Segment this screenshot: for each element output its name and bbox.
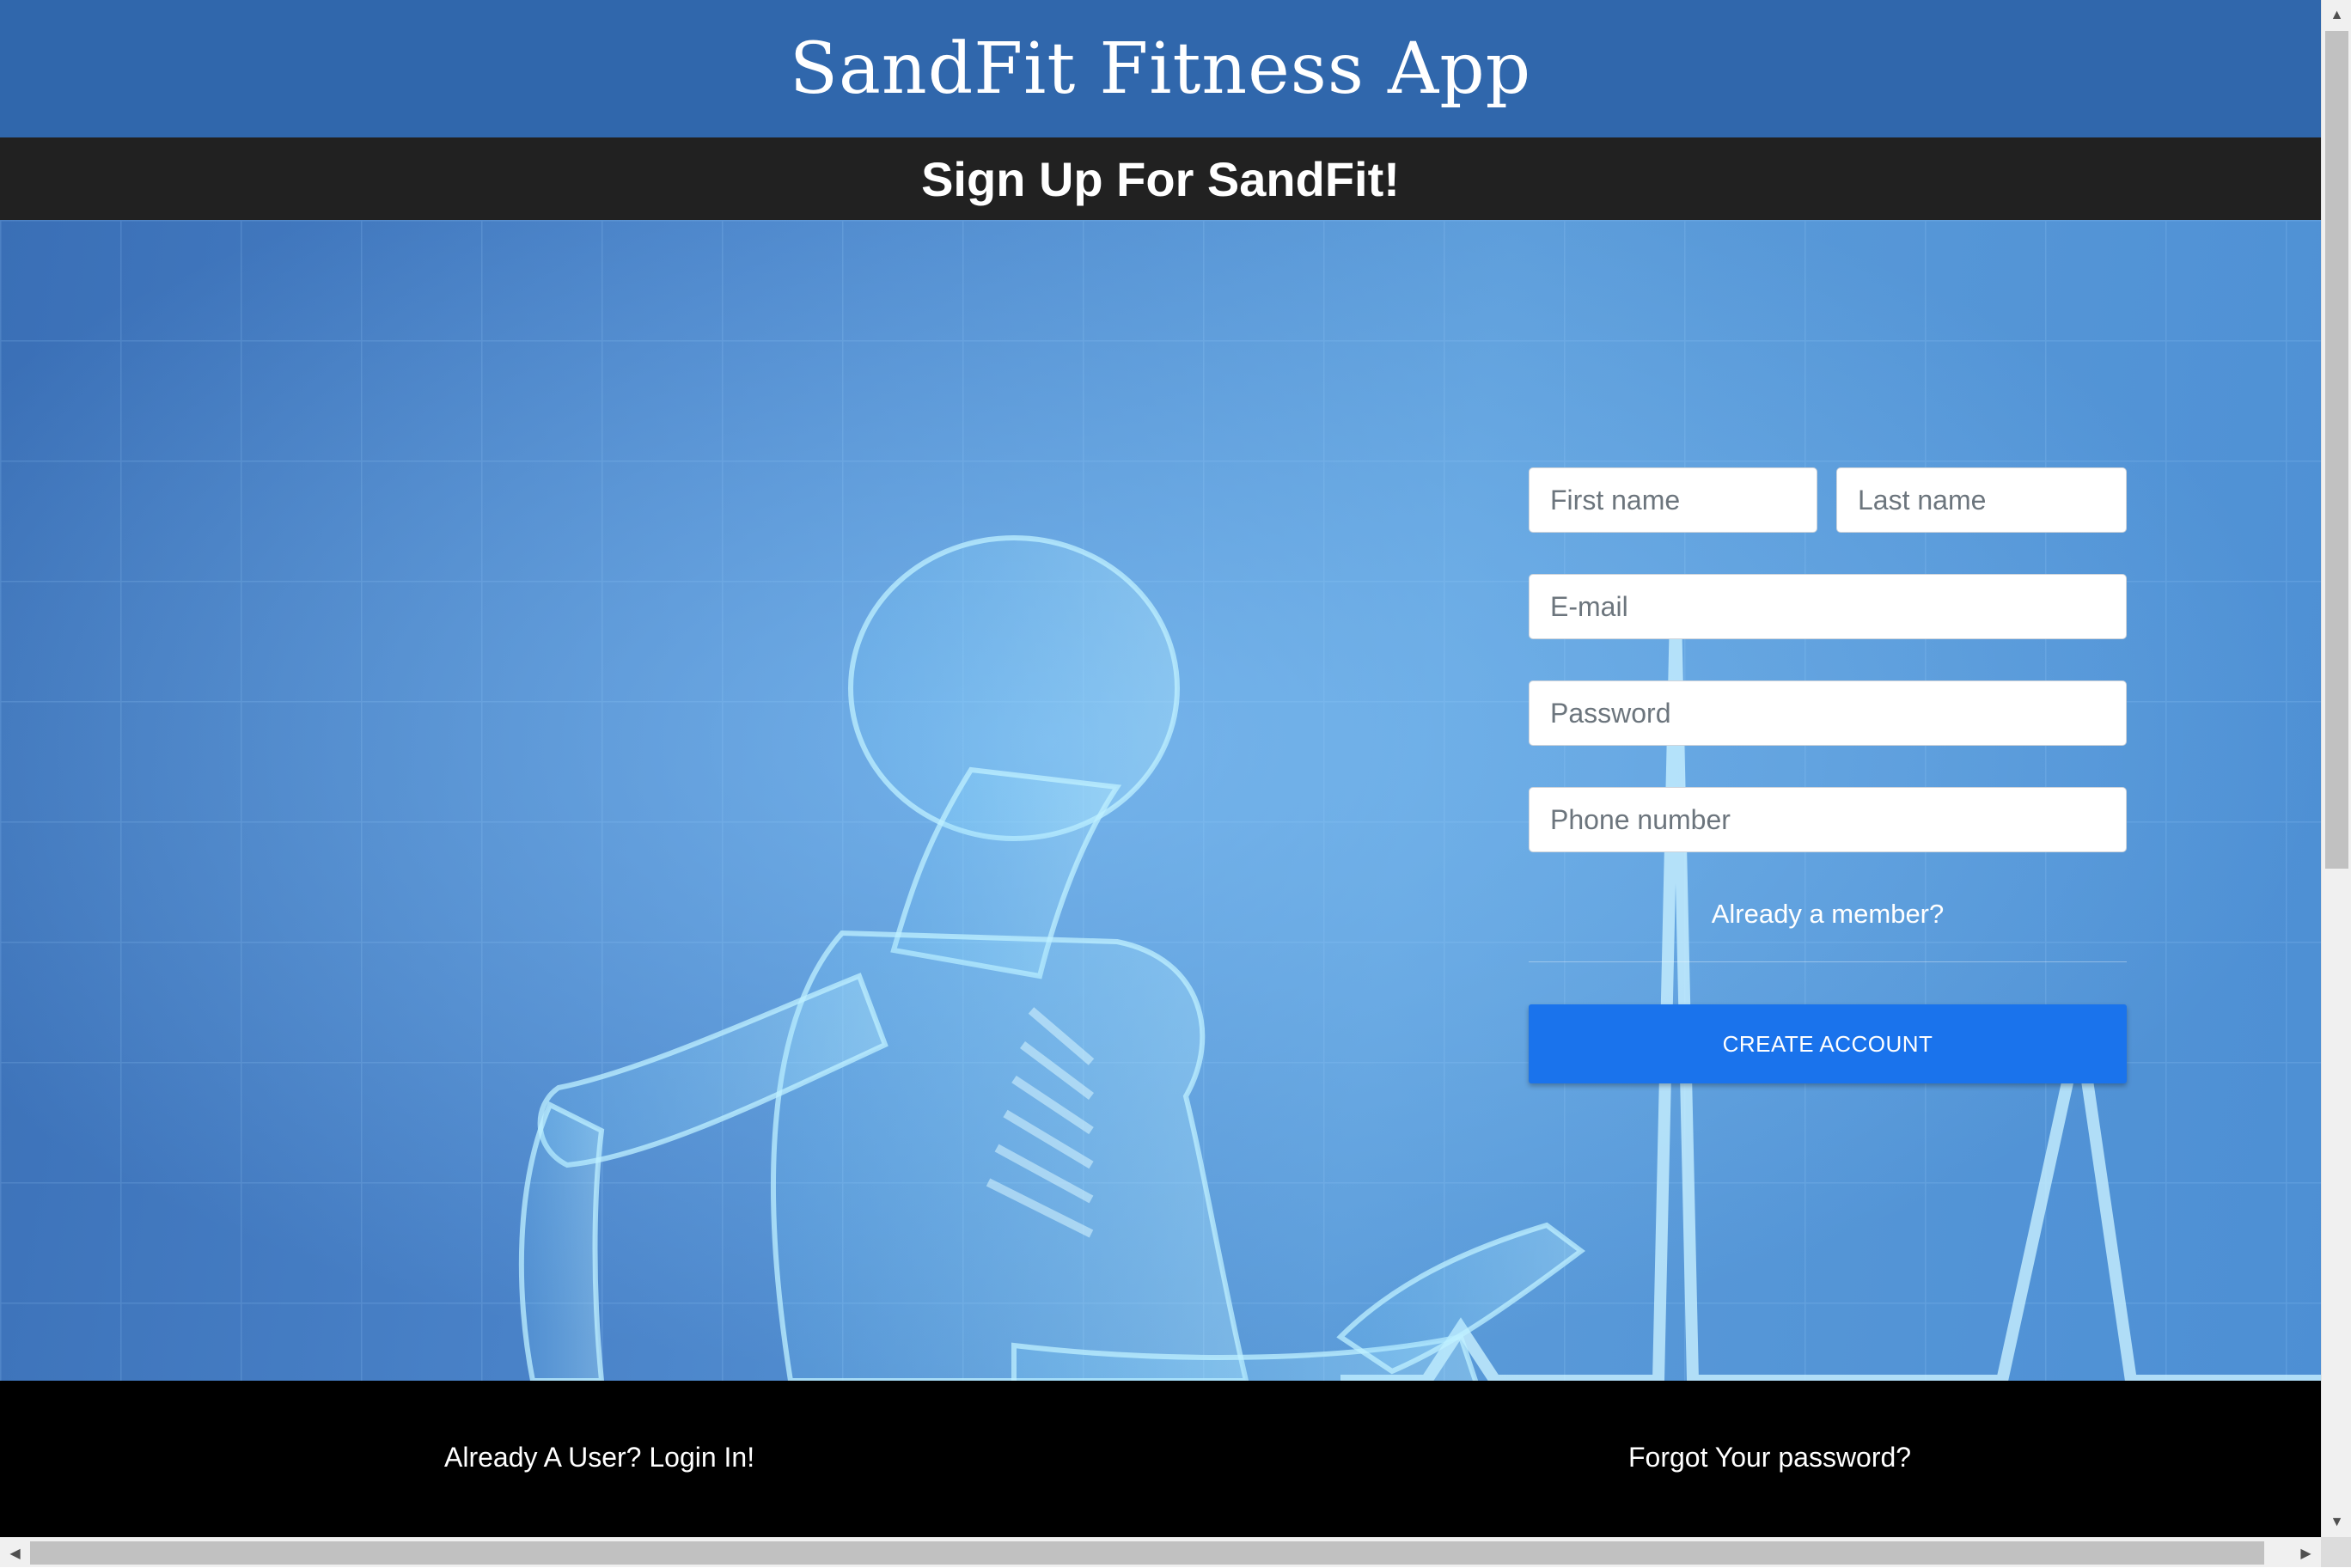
horizontal-scrollbar[interactable]: ◀ ▶ bbox=[0, 1537, 2321, 1567]
hero-section: Already a member? CREATE ACCOUNT bbox=[0, 220, 2321, 1381]
phone-number-input[interactable] bbox=[1529, 787, 2127, 852]
vertical-scroll-thumb[interactable] bbox=[2325, 31, 2348, 869]
first-name-input[interactable] bbox=[1529, 467, 1817, 533]
page-viewport: SandFit Fitness App Sign Up For SandFit! bbox=[0, 0, 2321, 1537]
login-link[interactable]: Already A User? Login In! bbox=[444, 1442, 754, 1473]
email-input[interactable] bbox=[1529, 574, 2127, 639]
scrollbar-corner bbox=[2321, 1537, 2351, 1567]
create-account-button[interactable]: CREATE ACCOUNT bbox=[1529, 1004, 2127, 1083]
form-divider bbox=[1529, 961, 2127, 962]
app-title: SandFit Fitness App bbox=[789, 27, 1532, 110]
page-footer: Already A User? Login In! Forgot Your pa… bbox=[0, 1381, 2321, 1537]
already-member-link[interactable]: Already a member? bbox=[1529, 899, 2127, 930]
signup-banner: Sign Up For SandFit! bbox=[0, 137, 2321, 220]
signup-heading: Sign Up For SandFit! bbox=[921, 151, 1400, 206]
triangle-left-icon[interactable]: ◀ bbox=[0, 1538, 30, 1568]
triangle-right-icon[interactable]: ▶ bbox=[2291, 1538, 2321, 1568]
password-input[interactable] bbox=[1529, 680, 2127, 746]
triangle-down-icon[interactable]: ▼ bbox=[2322, 1507, 2351, 1537]
triangle-up-icon[interactable]: ▲ bbox=[2322, 0, 2351, 30]
vertical-scrollbar[interactable]: ▲ ▼ bbox=[2321, 0, 2351, 1537]
app-header: SandFit Fitness App bbox=[0, 0, 2321, 137]
horizontal-scroll-thumb[interactable] bbox=[30, 1541, 2264, 1565]
last-name-input[interactable] bbox=[1836, 467, 2127, 533]
forgot-password-link[interactable]: Forgot Your password? bbox=[1628, 1442, 1911, 1473]
